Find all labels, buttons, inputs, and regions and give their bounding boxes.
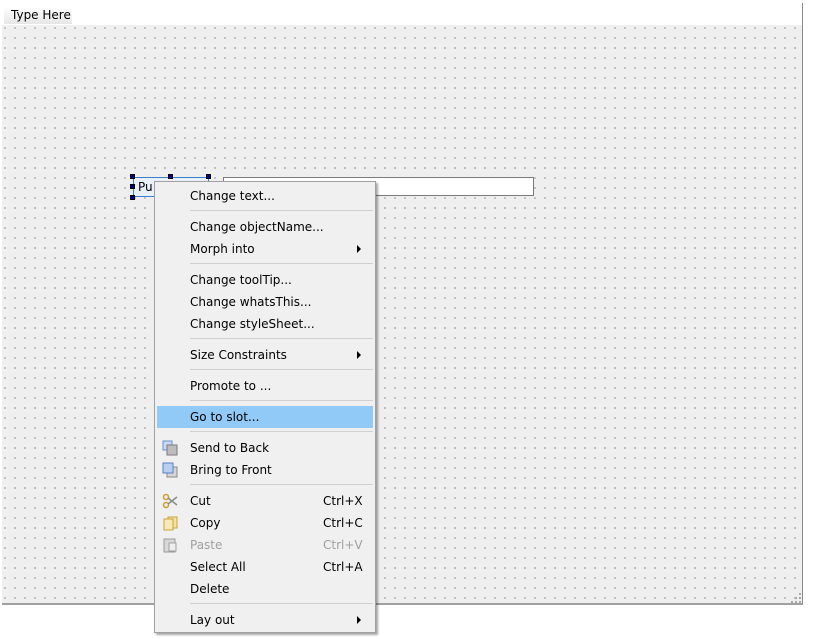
menu-item-label: Paste bbox=[190, 538, 223, 552]
menu-item-label: Change toolTip... bbox=[190, 273, 292, 287]
selection-handle[interactable] bbox=[168, 174, 173, 179]
paste-icon bbox=[163, 538, 177, 553]
menu-item-label: Select All bbox=[190, 560, 246, 574]
menu-item-change-objectname[interactable]: Change objectName... bbox=[157, 216, 373, 238]
menu-separator bbox=[190, 210, 373, 211]
menu-item-size-constraints[interactable]: Size Constraints bbox=[157, 344, 373, 366]
menu-item-label: Change styleSheet... bbox=[190, 317, 315, 331]
menu-item-label: Morph into bbox=[190, 242, 255, 256]
submenu-arrow-icon bbox=[357, 616, 361, 624]
menu-item-label: Change whatsThis... bbox=[190, 295, 312, 309]
send-to-back-icon bbox=[162, 440, 178, 456]
menu-separator bbox=[190, 431, 373, 432]
menu-item-shortcut: Ctrl+C bbox=[323, 516, 363, 530]
menu-item-paste[interactable]: Paste Ctrl+V bbox=[157, 534, 373, 556]
menu-item-label: Copy bbox=[190, 516, 221, 530]
menu-item-change-text[interactable]: Change text... bbox=[157, 185, 373, 207]
menu-separator bbox=[190, 369, 373, 370]
menu-item-promote-to[interactable]: Promote to ... bbox=[157, 375, 373, 397]
type-here-menu[interactable]: Type Here bbox=[4, 7, 72, 24]
selection-handle[interactable] bbox=[206, 174, 211, 179]
menu-separator bbox=[190, 263, 373, 264]
menu-item-label: Change text... bbox=[190, 189, 275, 203]
context-menu: Change text... Change objectName... Morp… bbox=[154, 181, 376, 633]
menu-item-change-tooltip[interactable]: Change toolTip... bbox=[157, 269, 373, 291]
menu-separator bbox=[190, 338, 373, 339]
selection-handle[interactable] bbox=[130, 195, 135, 200]
menu-item-label: Delete bbox=[190, 582, 230, 596]
menu-item-label: Promote to ... bbox=[190, 379, 272, 393]
menu-item-bring-to-front[interactable]: Bring to Front bbox=[157, 459, 373, 481]
menu-item-go-to-slot[interactable]: Go to slot... bbox=[157, 406, 373, 428]
menu-item-label: Go to slot... bbox=[190, 410, 260, 424]
menu-item-change-stylesheet[interactable]: Change styleSheet... bbox=[157, 313, 373, 335]
form-canvas[interactable] bbox=[2, 25, 803, 605]
menu-item-select-all[interactable]: Select All Ctrl+A bbox=[157, 556, 373, 578]
menu-item-label: Send to Back bbox=[190, 441, 270, 455]
resize-grip[interactable] bbox=[791, 593, 801, 603]
menu-separator bbox=[190, 400, 373, 401]
menu-item-label: Lay out bbox=[190, 613, 235, 627]
menu-item-shortcut: Ctrl+A bbox=[323, 560, 363, 574]
selection-handle[interactable] bbox=[130, 174, 135, 179]
menu-item-label: Bring to Front bbox=[190, 463, 272, 477]
menu-item-delete[interactable]: Delete bbox=[157, 578, 373, 600]
submenu-arrow-icon bbox=[357, 245, 361, 253]
selection-handle[interactable] bbox=[130, 184, 135, 189]
menu-item-label: Change objectName... bbox=[190, 220, 324, 234]
menu-item-lay-out[interactable]: Lay out bbox=[157, 609, 373, 631]
menu-separator bbox=[190, 484, 373, 485]
menu-item-shortcut: Ctrl+V bbox=[323, 538, 363, 552]
menu-separator bbox=[190, 603, 373, 604]
menu-item-shortcut: Ctrl+X bbox=[323, 494, 363, 508]
copy-icon bbox=[163, 516, 178, 531]
scissors-icon bbox=[162, 493, 178, 509]
menu-item-morph-into[interactable]: Morph into bbox=[157, 238, 373, 260]
bring-to-front-icon bbox=[162, 462, 178, 478]
menu-item-label: Size Constraints bbox=[190, 348, 287, 362]
form-border bbox=[802, 3, 803, 25]
menu-item-label: Cut bbox=[190, 494, 211, 508]
menu-item-change-whatsthis[interactable]: Change whatsThis... bbox=[157, 291, 373, 313]
menu-item-cut[interactable]: Cut Ctrl+X bbox=[157, 490, 373, 512]
menu-item-send-to-back[interactable]: Send to Back bbox=[157, 437, 373, 459]
menu-item-copy[interactable]: Copy Ctrl+C bbox=[157, 512, 373, 534]
submenu-arrow-icon bbox=[357, 351, 361, 359]
